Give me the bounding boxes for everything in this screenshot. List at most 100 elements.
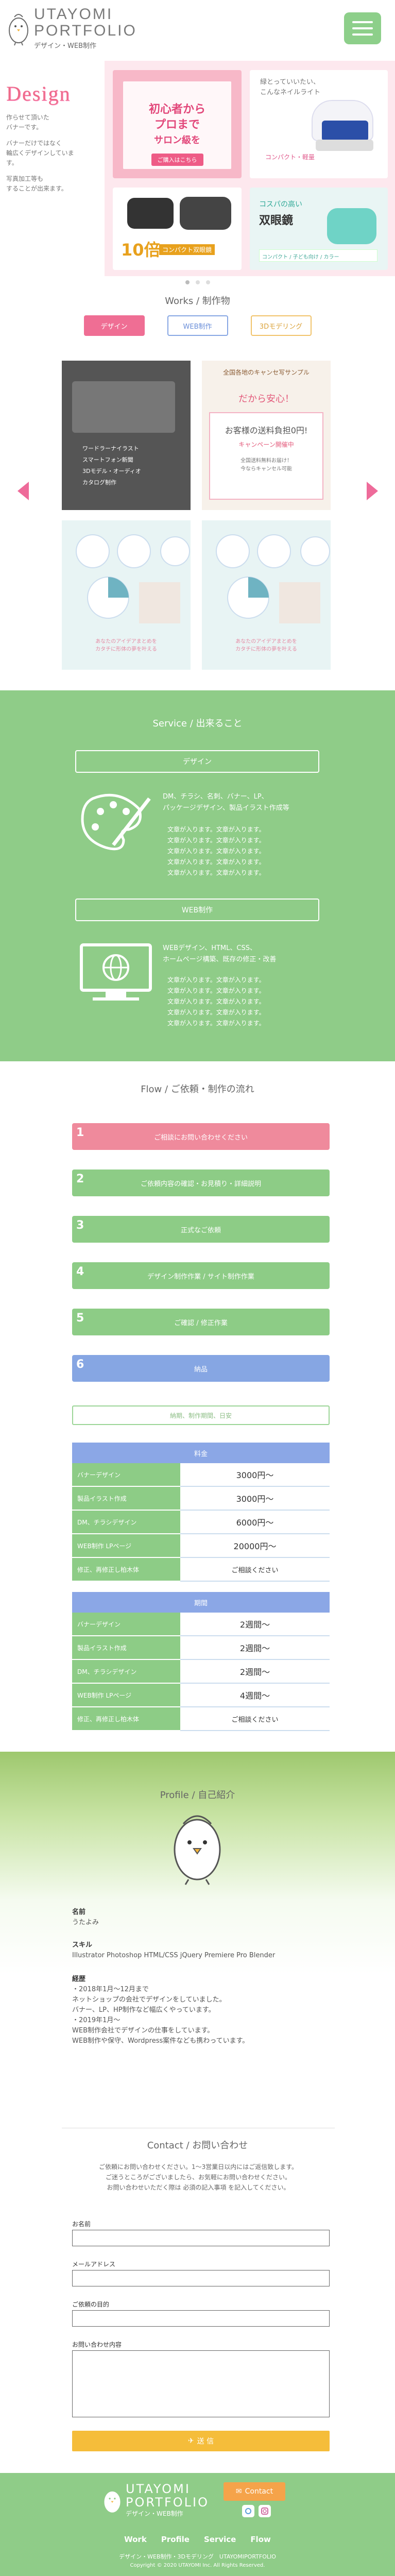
banner-binoculars: 10倍 コンパクト双眼鏡 — [113, 188, 242, 270]
profile-section: Profile / 自己紹介 名前 うたよみ スキル Illustrator P… — [0, 1752, 395, 2123]
table-row: WEB制作 LPページ 4週間〜 — [72, 1684, 330, 1707]
footer-nav-flow[interactable]: Flow — [250, 2535, 271, 2544]
hamburger-menu-button[interactable] — [344, 12, 381, 44]
email-field[interactable] — [72, 2270, 330, 2286]
prev-arrow-icon[interactable] — [18, 482, 29, 500]
hero-section: Design 作らせて頂いた バナーです。 バナーだけではなく 輪広くデザインし… — [0, 61, 395, 284]
service-web-body: 文章が入ります。文章が入ります。 文章が入ります。文章が入ります。 文章が入りま… — [167, 975, 265, 1029]
flow-step-label: ご依頼内容の確認・お見積り・詳細説明 — [140, 1180, 261, 1188]
work-card-text: 全国各地のキャンセ写サンプル — [223, 369, 310, 376]
send-icon: ✈ — [187, 2437, 194, 2445]
name-field-label: お名前 — [72, 2221, 91, 2228]
service-text: 文章が入ります。文章が入ります。 — [167, 976, 265, 984]
banner-nail-light: 緑とっていいたい、 こんなネイルライト コンパクト・軽量 — [250, 70, 388, 178]
banner-text: 緑とっていいたい、 — [260, 78, 320, 86]
table-cell: 6000円〜 — [180, 1511, 330, 1534]
contact-intro: ご依頼にお問い合わせください。1〜3営業日以内にはご返信致します。 ご迷うところ… — [62, 2162, 335, 2193]
banner-nail-salon: 初心者から プロまで サロン級を ご購入はこちら — [113, 70, 242, 178]
table-cell: WEB制作 LPページ — [72, 1534, 180, 1558]
flow-step-number: 6 — [76, 1358, 84, 1371]
service-text: 文章が入ります。文章が入ります。 — [167, 1020, 265, 1027]
name-field[interactable] — [72, 2230, 330, 2246]
flow-note: 納期、制作期間、日安 — [72, 1405, 330, 1425]
purpose-field[interactable] — [72, 2310, 330, 2327]
nail-lamp-image — [322, 121, 368, 141]
footer-nav-work[interactable]: Work — [124, 2535, 147, 2544]
service-text: ホームページ構築、既存の修正・改善 — [163, 956, 277, 963]
flow-step: 6 納品 — [72, 1355, 330, 1382]
profile-skill-label: スキル — [72, 1941, 93, 1949]
footer-nav: Work Profile Service Flow — [0, 2535, 395, 2544]
banner-text: プロまで — [154, 118, 200, 131]
work-card[interactable]: 全国各地のキャンセ写サンプル だから安心！ お客様の送料負担0円! キャンペーン… — [202, 361, 331, 510]
work-thumbnail — [76, 534, 190, 623]
nail-lamp-image — [316, 140, 373, 151]
binoculars-image — [127, 198, 174, 229]
table-cell: バナーデザイン — [72, 1463, 180, 1487]
instagram-icon[interactable] — [259, 2505, 271, 2517]
binoculars-image — [327, 208, 376, 244]
works-section: Works / 制作物 デザイン WEB制作 3Dモデリング ワードラーナイラス… — [0, 294, 395, 685]
table-row: DM、チラシデザイン 6000円〜 — [72, 1511, 330, 1534]
footer-nav-service[interactable]: Service — [204, 2535, 236, 2544]
flow-step-label: ご確認 / 修正作業 — [174, 1319, 228, 1327]
footer-nav-profile[interactable]: Profile — [161, 2535, 190, 2544]
hero-text: バナーです。 — [6, 124, 43, 131]
service-web-title: WEB制作 — [75, 899, 319, 921]
flow-step-label: 正式なご依頼 — [180, 1226, 221, 1234]
profile-name: うたよみ — [72, 1919, 99, 1926]
hero-text: バナーだけではなく — [6, 140, 62, 147]
table-cell: 4週間〜 — [180, 1684, 330, 1707]
table-row: 修正、再修正し柏木体 ご相談ください — [72, 1707, 330, 1731]
hamburger-icon — [352, 33, 373, 36]
banner-text: コンパクト・軽量 — [265, 154, 315, 161]
works-heading: Works / 制作物 — [165, 296, 230, 307]
banner-buy-button: ご購入はこちら — [151, 154, 203, 166]
slider-dots[interactable] — [0, 277, 395, 287]
contact-intro-text: ご依頼にお問い合わせください。1〜3営業日以内にはご返信致します。 — [98, 2163, 298, 2171]
service-text: 文章が入ります。文章が入ります。 — [167, 869, 265, 876]
career-line: バナー、LP、HP制作など幅広くやっています。 — [72, 2006, 215, 2014]
footer-logo[interactable]: UTAYOMI PORTFOLIO デザイン・WEB制作 — [103, 2482, 209, 2518]
service-design-title: デザイン — [75, 750, 319, 773]
table-cell: WEB制作 LPページ — [72, 1684, 180, 1707]
bird-avatar-icon — [174, 1815, 221, 1885]
profile-career-label: 経歴 — [72, 1975, 86, 1983]
footer-contact-button[interactable]: ✉ Contact — [224, 2482, 285, 2501]
table-row: 製品イラスト作成 3000円〜 — [72, 1487, 330, 1511]
table-cell: 3000円〜 — [180, 1463, 330, 1487]
flow-step-number: 3 — [76, 1219, 84, 1232]
table-row: バナーデザイン 3000円〜 — [72, 1463, 330, 1487]
work-card[interactable]: ワードラーナイラスト スマートフォン新聞 3Dモデル・オーディオ カタログ制作 — [62, 361, 191, 510]
site-logo[interactable]: UTAYOMI PORTFOLIO デザイン・WEB制作 — [7, 6, 137, 50]
service-text: WEBデザイン、HTML、CSS、 — [163, 944, 256, 952]
table-cell: DM、チラシデザイン — [72, 1511, 180, 1534]
tab-3d[interactable]: 3Dモデリング — [250, 315, 312, 336]
banner-text: 初心者から — [148, 103, 205, 116]
banner-text: こんなネイルライト — [260, 89, 321, 96]
next-arrow-icon[interactable] — [367, 482, 378, 500]
contact-intro-text: お問い合わせいただく際は 必須の記入事項 を記入してください。 — [107, 2184, 290, 2191]
career-line: WEB制作や保守、Wordpress案件なども携わっています。 — [72, 2037, 249, 2045]
bird-logo-icon — [104, 2491, 121, 2513]
message-textarea[interactable] — [72, 2350, 330, 2417]
service-web-summary: WEBデザイン、HTML、CSS、 ホームページ構築、既存の修正・改善 — [163, 943, 276, 965]
table-cell: 20000円〜 — [180, 1534, 330, 1558]
work-card[interactable]: あなたのアイデアまとめを カタチに形体の夢を叶える — [62, 520, 191, 670]
work-card-text: 全国送料無料お届け！ 今ならキャンセル可能 — [241, 458, 292, 472]
service-text: 文章が入ります。文章が入ります。 — [167, 837, 265, 844]
service-text: 文章が入ります。文章が入ります。 — [167, 848, 265, 855]
twitter-icon[interactable] — [242, 2505, 254, 2517]
banner-text: コスパの高い — [259, 200, 302, 209]
work-card[interactable]: あなたのアイデアまとめを カタチに形体の夢を叶える — [202, 520, 331, 670]
work-card-text: だから安心！ — [238, 394, 294, 404]
tab-design[interactable]: デザイン — [83, 315, 145, 336]
flow-step-label: ご相談にお問い合わせください — [153, 1133, 248, 1142]
work-card-box: お客様の送料負担0円! キャンペーン開催中 全国送料無料お届け！ 今ならキャンセ… — [209, 412, 323, 500]
service-design-body: 文章が入ります。文章が入ります。 文章が入ります。文章が入ります。 文章が入りま… — [167, 824, 265, 878]
career-line: ネットショップの会社でデザインをしていました。 — [72, 1996, 226, 2004]
tab-web[interactable]: WEB制作 — [167, 315, 228, 336]
service-heading: Service / 出来ること — [152, 718, 243, 729]
send-button[interactable]: ✈ 送 信 — [72, 2431, 330, 2451]
footer-contact-label: Contact — [245, 2487, 273, 2496]
